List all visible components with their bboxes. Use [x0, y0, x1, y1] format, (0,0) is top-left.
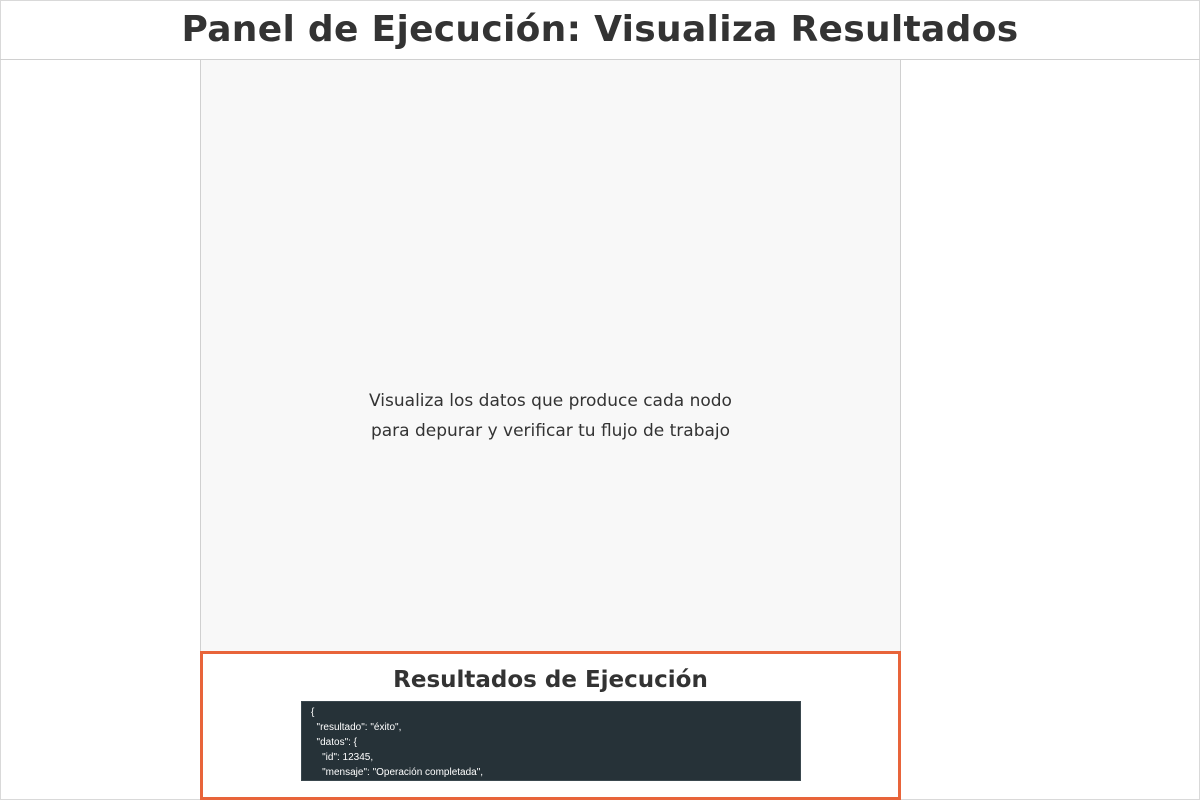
canvas-description-line-2: para depurar y verificar tu flujo de tra…: [370, 421, 731, 441]
results-title: Resultados de Ejecución: [393, 667, 708, 693]
json-line: "resultado": "éxito",: [311, 722, 402, 733]
page-header: Panel de Ejecución: Visualiza Resultados: [0, 0, 1200, 60]
workflow-canvas[interactable]: Visualiza los datos que produce cada nod…: [200, 60, 901, 652]
json-line: "datos": {: [311, 737, 358, 748]
json-line: "mensaje": "Operación completada",: [311, 767, 484, 778]
page-title: Panel de Ejecución: Visualiza Resultados: [181, 9, 1019, 50]
json-line: {: [311, 707, 315, 718]
results-json-output[interactable]: { "resultado": "éxito", "datos": { "id":…: [301, 701, 801, 781]
json-line: "id": 12345,: [311, 752, 374, 763]
canvas-description-line-1: Visualiza los datos que produce cada nod…: [369, 391, 732, 411]
canvas-description: Visualiza los datos que produce cada nod…: [201, 386, 900, 446]
execution-results-panel: Resultados de Ejecución { "resultado": "…: [200, 651, 901, 800]
